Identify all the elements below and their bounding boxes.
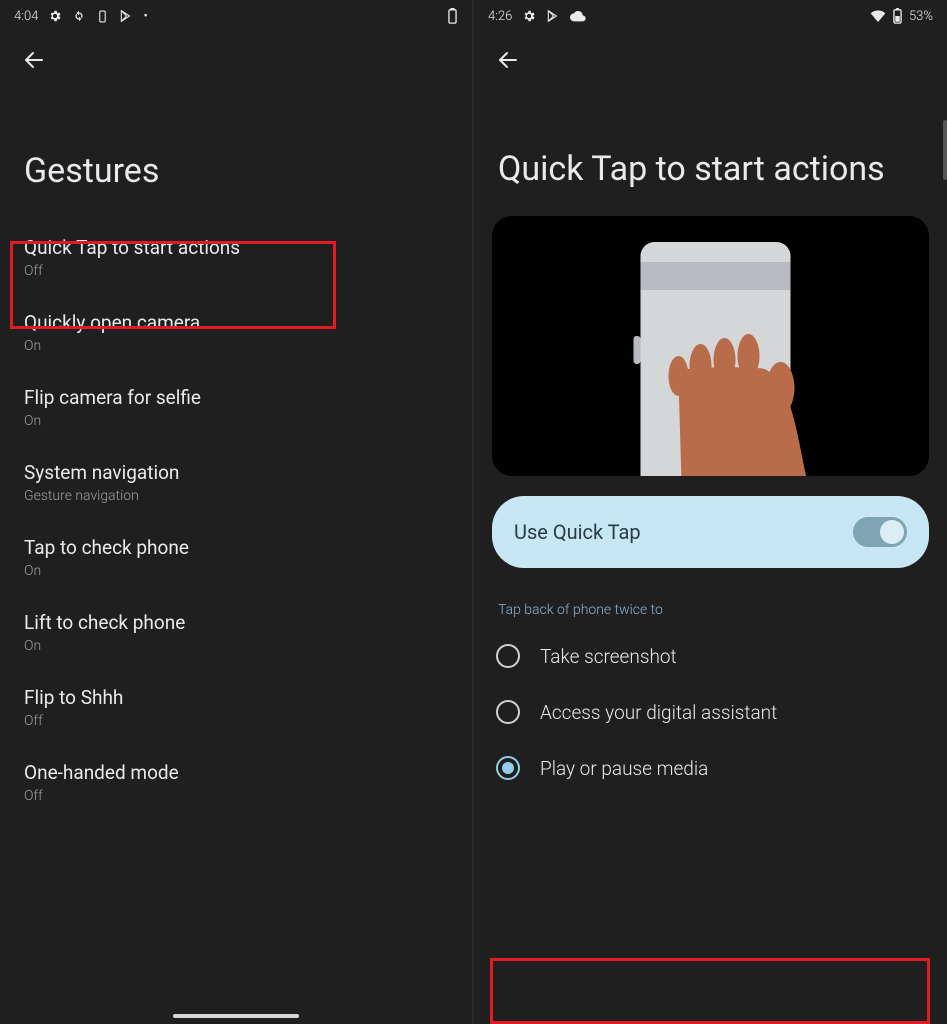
settings-row-one-handed[interactable]: One-handed mode Off — [0, 745, 472, 820]
nav-indicator — [173, 1014, 299, 1018]
settings-row-system-nav[interactable]: System navigation Gesture navigation — [0, 445, 472, 520]
sync-icon — [72, 9, 86, 23]
page-title: Quick Tap to start actions — [474, 88, 947, 210]
settings-row-quick-tap[interactable]: Quick Tap to start actions Off — [0, 220, 472, 295]
back-button[interactable] — [14, 40, 54, 80]
row-title: One-handed mode — [24, 761, 448, 784]
cloud-icon — [570, 9, 586, 23]
page-title: Gestures — [0, 88, 472, 220]
opt-screenshot[interactable]: Take screenshot — [474, 628, 947, 684]
settings-row-open-camera[interactable]: Quickly open camera On — [0, 295, 472, 370]
radio-label: Play or pause media — [540, 757, 708, 780]
gear-icon — [48, 9, 62, 23]
radio-label: Access your digital assistant — [540, 701, 777, 724]
row-title: System navigation — [24, 461, 448, 484]
illustration — [492, 216, 929, 476]
play-store-icon — [546, 9, 560, 23]
status-time: 4:26 — [488, 9, 512, 24]
dot-icon: • — [143, 8, 148, 24]
status-time: 4:04 — [14, 9, 38, 24]
arrow-back-icon — [22, 48, 46, 72]
row-title: Lift to check phone — [24, 611, 448, 634]
settings-list: Quick Tap to start actions Off Quickly ope… — [0, 220, 472, 820]
highlight-play-pause — [490, 958, 930, 1024]
row-subtitle: On — [24, 413, 448, 429]
row-title: Quickly open camera — [24, 311, 448, 334]
back-button[interactable] — [488, 40, 528, 80]
scrollbar[interactable] — [943, 120, 947, 180]
opt-assistant[interactable]: Access your digital assistant — [474, 684, 947, 740]
battery-icon — [447, 8, 458, 24]
settings-row-flip-selfie[interactable]: Flip camera for selfie On — [0, 370, 472, 445]
settings-row-tap-check[interactable]: Tap to check phone On — [0, 520, 472, 595]
radio-checked-icon — [496, 756, 520, 780]
arrow-back-icon — [496, 48, 520, 72]
radio-unchecked-icon — [496, 644, 520, 668]
appbar — [474, 32, 947, 88]
battery-icon — [892, 8, 903, 24]
row-title: Quick Tap to start actions — [24, 236, 448, 259]
row-title: Flip camera for selfie — [24, 386, 448, 409]
row-subtitle: On — [24, 563, 448, 579]
row-subtitle: Off — [24, 713, 448, 729]
settings-row-flip-shhh[interactable]: Flip to Shhh Off — [0, 670, 472, 745]
settings-row-lift-check[interactable]: Lift to check phone On — [0, 595, 472, 670]
section-label: Tap back of phone twice to — [474, 592, 947, 628]
status-bar: 4:04 • — [0, 0, 472, 32]
phone-icon — [96, 10, 109, 23]
row-subtitle: Gesture navigation — [24, 488, 448, 504]
gestures-settings-screen: 4:04 • Gestures Quick Tap to start actio… — [0, 0, 474, 1024]
quick-tap-detail-screen: 4:26 53% Quick Tap to start actions — [474, 0, 947, 1024]
battery-percent: 53% — [909, 9, 933, 24]
row-title: Tap to check phone — [24, 536, 448, 559]
action-options-list: Take screenshot Access your digital assis… — [474, 628, 947, 796]
row-subtitle: On — [24, 338, 448, 354]
row-title: Flip to Shhh — [24, 686, 448, 709]
row-subtitle: Off — [24, 263, 448, 279]
use-quick-tap-toggle[interactable]: Use Quick Tap — [492, 496, 929, 568]
gear-icon — [522, 9, 536, 23]
switch-on-icon — [853, 517, 907, 547]
radio-label: Take screenshot — [540, 645, 677, 668]
row-subtitle: Off — [24, 788, 448, 804]
toggle-label: Use Quick Tap — [514, 520, 641, 544]
appbar — [0, 32, 472, 88]
opt-media[interactable]: Play or pause media — [474, 740, 947, 796]
play-store-icon — [119, 9, 133, 23]
row-subtitle: On — [24, 638, 448, 654]
status-bar: 4:26 53% — [474, 0, 947, 32]
wifi-icon — [870, 9, 886, 23]
radio-unchecked-icon — [496, 700, 520, 724]
